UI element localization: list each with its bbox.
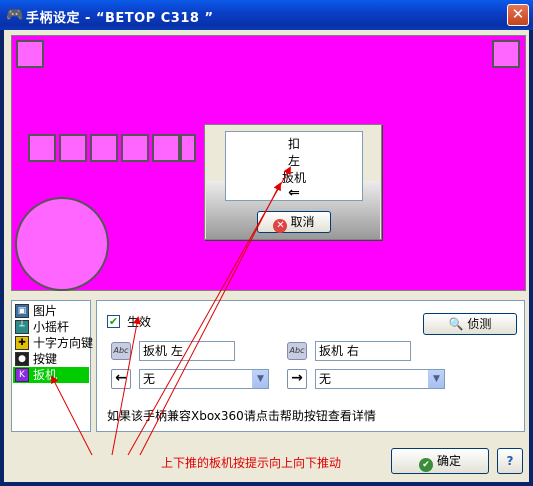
detect-label: 侦测	[467, 317, 492, 331]
right-trigger-select[interactable]: 无 ▼	[315, 369, 445, 389]
ok-button[interactable]: ✔ 确定	[391, 448, 489, 474]
list-item-label: 小摇杆	[33, 320, 70, 334]
button-slot[interactable]	[59, 134, 87, 162]
trigger-prompt-dialog: 扣 左 扳机 ⇐ ✕ 取消	[204, 124, 382, 240]
list-item-joystick[interactable]: ┴ 小摇杆	[13, 319, 89, 335]
list-item-image[interactable]: ▣ 图片	[13, 303, 89, 319]
annotation-text: 上下推的板机按提示向上向下推动	[161, 456, 342, 470]
prompt-line-1: 扣	[287, 137, 300, 151]
cancel-label: 取消	[290, 215, 315, 229]
detect-button[interactable]: 🔍 侦测	[423, 313, 517, 335]
left-bumper-slot[interactable]	[16, 40, 44, 68]
right-arrow-button[interactable]: →	[287, 369, 307, 389]
window-client: 扣 左 扳机 ⇐ ✕ 取消 ▣ 图片 ┴ 小摇杆 ✚ 十字方向键 ● 按键 K …	[4, 30, 529, 482]
prompt-line-2: 左	[287, 154, 300, 168]
xbox360-hint: 如果该手柄兼容Xbox360请点击帮助按钮查看详情	[107, 409, 376, 423]
text-field-icon: Abc	[287, 342, 307, 360]
button-slot[interactable]	[152, 134, 180, 162]
window-title: 手柄设定 - “BETOP C318 ”	[26, 11, 214, 26]
left-arrow-icon: ⇐	[288, 185, 300, 201]
dpad-icon: ✚	[15, 336, 29, 350]
chevron-down-icon[interactable]: ▼	[252, 370, 268, 388]
button-slot[interactable]	[28, 134, 56, 162]
joystick-icon: ┴	[15, 320, 29, 334]
list-item-label: 十字方向键	[33, 336, 94, 350]
enable-label: 生效	[127, 315, 152, 329]
gamepad-icon: 🎮	[6, 7, 24, 23]
trigger-settings-panel: ✔ 生效 🔍 侦测 Abc 扳机 左 Abc 扳机 右 ← 无 ▼ → 无 ▼ …	[96, 300, 525, 432]
list-item-buttons[interactable]: ● 按键	[13, 351, 89, 367]
title-bar[interactable]: 🎮 手柄设定 - “BETOP C318 ” ✕	[0, 0, 533, 30]
list-item-trigger[interactable]: K 扳机	[13, 367, 89, 383]
list-item-label: 扳机	[33, 368, 58, 382]
left-trigger-select-value: 无	[143, 372, 156, 386]
enable-checkbox[interactable]: ✔	[107, 315, 120, 328]
ok-label: 确定	[436, 454, 461, 468]
trigger-icon: K	[15, 368, 29, 382]
list-item-label: 按键	[33, 352, 58, 366]
left-trigger-select[interactable]: 无 ▼	[139, 369, 269, 389]
button-slot[interactable]	[121, 134, 149, 162]
left-trigger-name-field[interactable]: 扳机 左	[139, 341, 235, 361]
checkmark-icon: ✔	[418, 458, 433, 472]
controller-layout-area: 扣 左 扳机 ⇐ ✕ 取消	[11, 35, 526, 291]
close-button[interactable]: ✕	[507, 4, 529, 26]
cancel-button[interactable]: ✕ 取消	[257, 211, 331, 233]
image-icon: ▣	[15, 304, 29, 318]
cancel-icon: ✕	[273, 219, 288, 233]
button-slot[interactable]	[180, 134, 196, 162]
category-list: ▣ 图片 ┴ 小摇杆 ✚ 十字方向键 ● 按键 K 扳机	[11, 300, 93, 432]
chevron-down-icon[interactable]: ▼	[428, 370, 444, 388]
button-icon: ●	[15, 352, 29, 366]
right-trigger-name-field[interactable]: 扳机 右	[315, 341, 411, 361]
help-button[interactable]: ?	[497, 448, 523, 474]
button-slot[interactable]	[90, 134, 118, 162]
left-arrow-button[interactable]: ←	[111, 369, 131, 389]
list-item-dpad[interactable]: ✚ 十字方向键	[13, 335, 93, 351]
prompt-text-box: 扣 左 扳机 ⇐	[225, 131, 363, 201]
joystick-circle[interactable]	[15, 197, 109, 291]
text-field-icon: Abc	[111, 342, 131, 360]
right-bumper-slot[interactable]	[492, 40, 520, 68]
magnifier-icon: 🔍	[448, 317, 464, 331]
list-item-label: 图片	[33, 304, 58, 318]
controller-settings-window: 🎮 手柄设定 - “BETOP C318 ” ✕ 扣 左 扳机 ⇐ ✕ 取消 ▣…	[0, 0, 533, 486]
right-trigger-select-value: 无	[319, 372, 332, 386]
